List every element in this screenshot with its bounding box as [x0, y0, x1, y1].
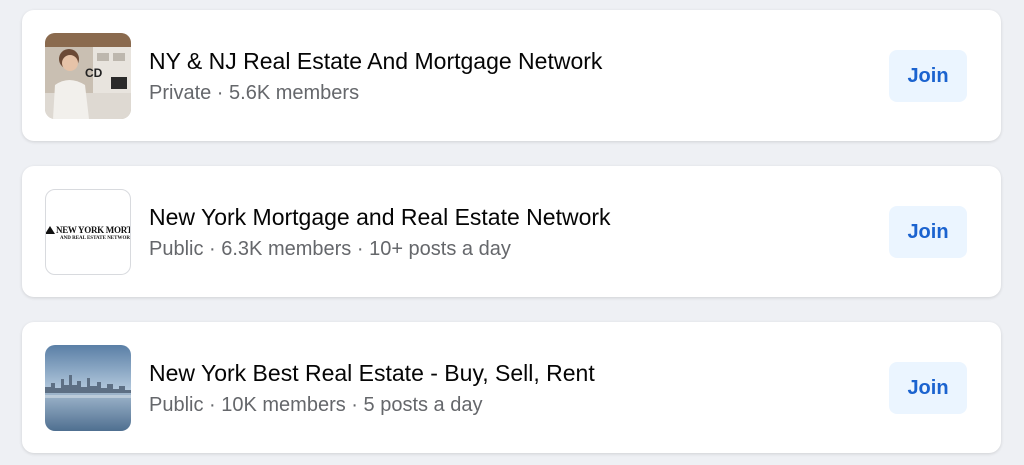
group-name[interactable]: New York Mortgage and Real Estate Networ… [149, 204, 611, 231]
join-button[interactable]: Join [889, 50, 967, 102]
logo-text-line1: NEW YORK MORTGAGE [56, 225, 131, 235]
group-thumbnail-skyline[interactable] [45, 345, 131, 431]
city-skyline-image [45, 345, 131, 431]
group-thumbnail-logo[interactable]: NEW YORK MORTGAGE AND REAL ESTATE NETWOR… [45, 189, 131, 275]
group-thumbnail-woman-at-desk[interactable]: CD [45, 33, 131, 119]
group-meta: Public · 6.3K members · 10+ posts a day [149, 238, 511, 260]
group-meta: Private · 5.6K members [149, 82, 360, 104]
svg-text:CD: CD [85, 66, 103, 80]
join-button[interactable]: Join [889, 206, 967, 258]
group-meta: Public · 10K members · 5 posts a day [149, 394, 483, 416]
group-name[interactable]: NY & NJ Real Estate And Mortgage Network [149, 48, 602, 75]
group-card[interactable]: New York Best Real Estate - Buy, Sell, R… [22, 322, 1001, 453]
group-card[interactable]: NEW YORK MORTGAGE AND REAL ESTATE NETWOR… [22, 166, 1001, 297]
group-name[interactable]: New York Best Real Estate - Buy, Sell, R… [149, 360, 595, 387]
woman-at-desk-image: CD [45, 33, 131, 119]
join-button[interactable]: Join [889, 362, 967, 414]
group-card[interactable]: CD NY & NJ Real Estate And Mortgage Netw… [22, 10, 1001, 141]
logo-text-line2: AND REAL ESTATE NETWORK [60, 236, 131, 241]
